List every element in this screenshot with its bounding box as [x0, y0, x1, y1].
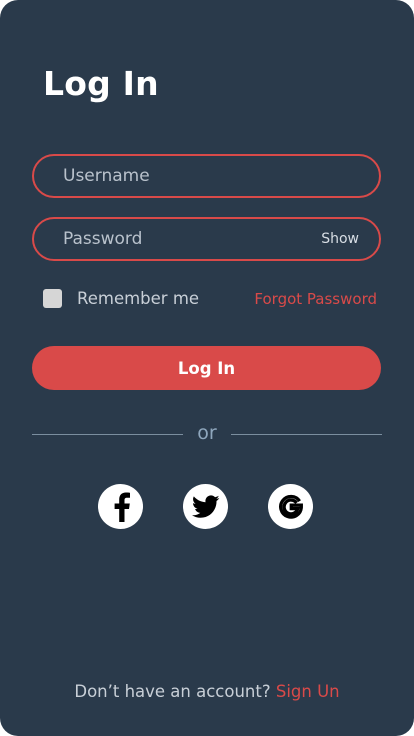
page-title: Log In	[43, 64, 159, 103]
facebook-button[interactable]	[98, 484, 143, 529]
remember-me-checkbox[interactable]	[43, 289, 62, 308]
facebook-icon	[114, 492, 130, 522]
login-card: Log In Show Remember me Forgot Password …	[0, 0, 414, 736]
twitter-button[interactable]	[183, 484, 228, 529]
google-icon	[278, 494, 303, 519]
divider-line-right	[231, 434, 382, 435]
signup-prompt-text: Don’t have an account?	[74, 682, 276, 701]
login-button[interactable]: Log In	[32, 346, 381, 390]
username-field[interactable]	[32, 154, 381, 198]
google-button[interactable]	[268, 484, 313, 529]
remember-me-label: Remember me	[77, 289, 200, 308]
password-input[interactable]	[34, 219, 322, 259]
divider-line-left	[32, 434, 183, 435]
show-password-toggle[interactable]: Show	[321, 231, 359, 247]
signup-prompt: Don’t have an account? Sign Un	[0, 682, 414, 701]
twitter-icon	[191, 494, 220, 518]
signup-link[interactable]: Sign Un	[276, 682, 340, 701]
password-field[interactable]: Show	[32, 217, 381, 261]
username-input[interactable]	[34, 156, 379, 196]
divider-label: or	[197, 422, 217, 444]
forgot-password-link[interactable]: Forgot Password	[254, 290, 377, 308]
remember-me[interactable]: Remember me	[43, 289, 199, 308]
